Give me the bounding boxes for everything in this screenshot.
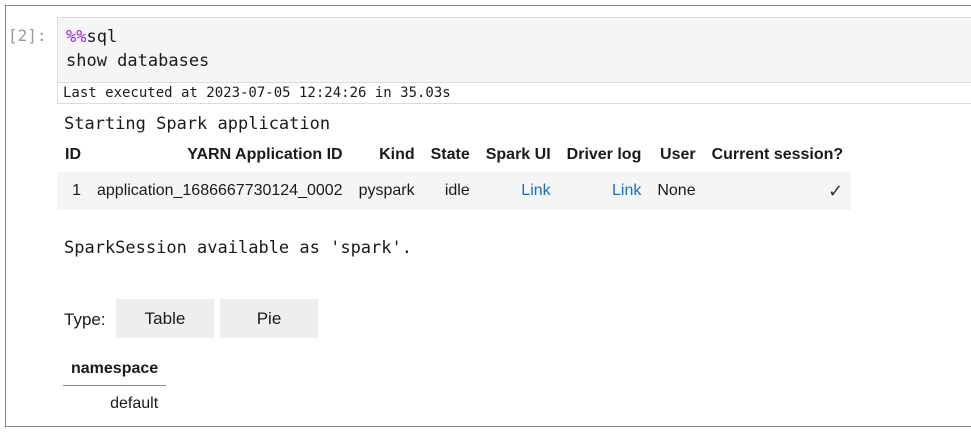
cell-kind: pyspark <box>358 182 415 199</box>
execution-info-bar: Last executed at 2023-07-05 12:24:26 in … <box>57 83 971 104</box>
checkmark-icon: ✓ <box>828 180 844 201</box>
code-line-2: show databases <box>66 51 210 71</box>
col-user: User <box>660 145 696 163</box>
code-editor[interactable]: %%sql show databases <box>57 17 971 83</box>
col-driver-log: Driver log <box>566 145 642 163</box>
table-header-row: ID YARN Application ID Kind State Spark … <box>57 137 851 172</box>
type-label: Type: <box>64 310 106 329</box>
pie-view-button[interactable]: Pie <box>220 299 318 338</box>
cell-state: idle <box>444 182 470 199</box>
table-view-button[interactable]: Table <box>116 299 214 338</box>
spark-session-available-text: SparkSession available as 'spark'. <box>64 238 412 258</box>
col-current-session: Current session? <box>711 145 844 163</box>
col-state: State <box>430 145 470 163</box>
col-spark-ui: Spark UI <box>485 145 551 163</box>
table-row: default <box>63 386 166 423</box>
result-header-row: namespace <box>63 352 167 386</box>
cell-namespace: default <box>110 395 159 412</box>
last-executed-text: Last executed at 2023-07-05 12:24:26 in … <box>63 85 451 101</box>
cell-current-session: ✓ <box>704 172 852 210</box>
driver-log-link[interactable]: Link <box>612 182 641 199</box>
sql-magic-name: sql <box>86 27 118 47</box>
cell-user: None <box>657 182 696 199</box>
cell-yarn-app-id: application_1686667730124_0002 <box>97 182 343 199</box>
cell-spark-ui: Link <box>478 172 559 210</box>
starting-spark-text: Starting Spark application <box>64 114 331 134</box>
cell-prompt: [2]: <box>8 26 47 45</box>
cell-driver-log: Link <box>559 172 650 210</box>
col-kind: Kind <box>379 145 415 163</box>
col-namespace: namespace <box>63 352 167 386</box>
spark-ui-link[interactable]: Link <box>521 182 550 199</box>
col-yarn-app-id: YARN Application ID <box>187 145 343 163</box>
spark-session-table: ID YARN Application ID Kind State Spark … <box>57 137 852 210</box>
table-row: 1 application_1686667730124_0002 pyspark… <box>57 172 852 210</box>
sql-magic-prefix: %% <box>66 27 87 47</box>
col-id: ID <box>65 145 81 163</box>
result-table: namespace default <box>63 352 167 423</box>
code-line-1: %%sql <box>66 27 117 47</box>
cell-id: 1 <box>72 182 81 199</box>
